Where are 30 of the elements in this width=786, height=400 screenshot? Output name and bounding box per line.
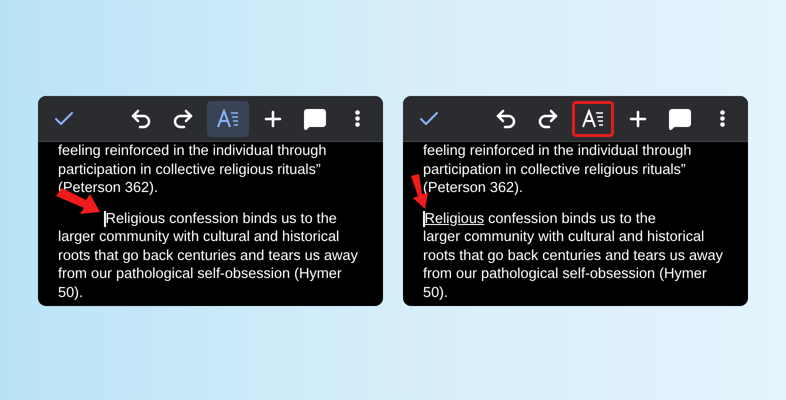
- undo-icon: [129, 106, 153, 130]
- text-cursor: [423, 210, 424, 227]
- text-format-button[interactable]: [572, 100, 614, 136]
- document-text-line: Religious confession binds us to the: [106, 210, 337, 228]
- text-format-icon: [217, 108, 239, 128]
- document-text-line: roots that go back centuries and tears us away: [423, 246, 723, 265]
- text-format-icon: [582, 108, 604, 128]
- document-text-line: feeling reinforced in the individual through: [58, 142, 326, 160]
- document-text-line: from our pathological self-obsession (Hymer: [58, 265, 342, 284]
- more-icon: [354, 110, 360, 127]
- more-icon: [720, 110, 724, 127]
- document-text-line: 50).: [58, 284, 83, 302]
- document-text-line: participation in collective religious rituals”: [423, 160, 686, 179]
- document-text-line: larger community with cultural and historical: [423, 228, 704, 246]
- document-text-line: roots that go back centuries and tears us away: [58, 246, 358, 265]
- document-text-line: feeling reinforced in the individual through: [423, 142, 692, 160]
- document-text-line: larger community with cultural and historical: [58, 228, 340, 246]
- document-text-line: Religious confession binds us to the: [424, 210, 656, 228]
- document-text-line: participation in collective religious rituals”: [58, 160, 321, 179]
- text-format-button[interactable]: [207, 100, 249, 136]
- comment-icon: [668, 106, 692, 130]
- redo-icon: [536, 106, 560, 130]
- text-cursor: [104, 210, 106, 227]
- document-text-line: from our pathological self-obsession (Hymer: [423, 265, 707, 284]
- redo-icon: [171, 106, 195, 130]
- document-text-line: (Peterson 362).: [58, 179, 158, 198]
- undo-icon: [494, 106, 518, 130]
- document-text-line: 50).: [423, 284, 448, 302]
- comment-icon: [303, 106, 327, 130]
- document-text-line: (Peterson 362).: [423, 179, 523, 198]
